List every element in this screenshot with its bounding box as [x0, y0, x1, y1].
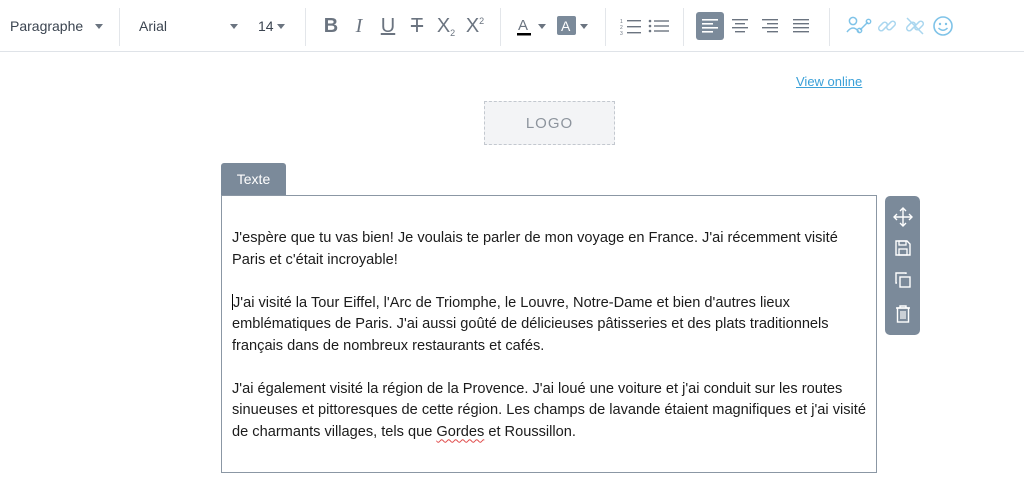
duplicate-block-button[interactable]: [891, 268, 914, 291]
text-block-tab-label: Texte: [236, 171, 271, 187]
spellcheck-word: Gordes: [436, 423, 485, 440]
delete-block-button[interactable]: [891, 302, 914, 325]
logo-placeholder[interactable]: LOGO: [484, 101, 615, 145]
move-block-button[interactable]: [891, 205, 914, 228]
bold-button[interactable]: B: [317, 12, 345, 40]
unlink-button[interactable]: [901, 12, 929, 40]
chevron-down-icon: [276, 23, 285, 29]
italic-icon: I: [355, 14, 363, 37]
font-size-dropdown[interactable]: 14: [258, 0, 285, 52]
strikethrough-button[interactable]: T: [403, 12, 431, 40]
italic-button[interactable]: I: [345, 12, 373, 40]
align-center-button[interactable]: [726, 12, 754, 40]
align-justify-button[interactable]: [787, 12, 815, 40]
block-actions-panel: [885, 196, 920, 335]
subscript-button[interactable]: X2: [432, 12, 460, 40]
trash-icon: [895, 304, 910, 323]
unlink-icon: [905, 17, 925, 35]
bullet-list-button[interactable]: [645, 12, 673, 40]
insert-link-button[interactable]: [845, 12, 873, 40]
superscript-button[interactable]: X2: [461, 12, 489, 40]
toolbar-divider: [119, 8, 120, 46]
svg-text:3: 3: [620, 31, 623, 35]
text-color-button[interactable]: A: [513, 12, 549, 40]
smiley-icon: [933, 16, 953, 36]
toolbar-divider: [500, 8, 501, 46]
highlight-color-button[interactable]: A: [555, 12, 591, 40]
save-block-button[interactable]: [891, 236, 914, 259]
view-online-link[interactable]: View online: [796, 74, 862, 89]
emoji-button[interactable]: [929, 12, 957, 40]
underline-icon: U: [380, 14, 396, 37]
align-left-button[interactable]: [696, 12, 724, 40]
align-left-icon: [702, 19, 718, 33]
paragraph-3: J'ai également visité la région de la Pr…: [232, 380, 866, 440]
align-right-icon: [762, 19, 778, 33]
paragraph-style-value: Paragraphe: [10, 18, 84, 34]
paragraph-style-dropdown[interactable]: Paragraphe: [10, 0, 104, 52]
ordered-list-button[interactable]: 1 2 3: [617, 12, 645, 40]
text-block-tab[interactable]: Texte: [221, 163, 286, 195]
highlight-color-icon: A: [557, 16, 588, 35]
toolbar-divider: [683, 8, 684, 46]
underline-button[interactable]: U: [374, 12, 402, 40]
editor-toolbar: Paragraphe Arial 14 B I U T X2 X2 A A 1 …: [0, 0, 1024, 52]
align-right-button[interactable]: [756, 12, 784, 40]
paragraph-1: J'espère que tu vas bien! Je voulais te …: [232, 230, 838, 268]
duplicate-icon: [894, 271, 911, 288]
move-icon: [892, 206, 913, 227]
person-link-icon: [846, 16, 872, 34]
align-center-icon: [732, 19, 748, 33]
bold-icon: B: [323, 14, 339, 37]
toolbar-divider: [605, 8, 606, 46]
font-family-dropdown[interactable]: Arial: [139, 0, 239, 52]
toolbar-divider: [305, 8, 306, 46]
save-icon: [894, 239, 911, 256]
text-color-icon: A: [517, 17, 546, 36]
paragraph-2: J'ai visité la Tour Eiffel, l'Arc de Tri…: [232, 293, 829, 354]
bullet-list-icon: [648, 19, 669, 33]
chevron-down-icon: [230, 23, 238, 29]
logo-label: LOGO: [525, 114, 574, 132]
font-size-value: 14: [258, 18, 274, 34]
strikethrough-icon: T: [410, 14, 424, 37]
subscript-icon: X2: [436, 14, 456, 38]
align-justify-icon: [793, 19, 809, 33]
svg-text:A: A: [518, 17, 528, 34]
svg-text:A: A: [561, 18, 571, 34]
link-icon: [877, 20, 897, 32]
ordered-list-icon: 1 2 3: [620, 19, 641, 35]
text-block-editor[interactable]: J'espère que tu vas bien! Je voulais te …: [221, 195, 877, 473]
link-button[interactable]: [873, 12, 901, 40]
chevron-down-icon: [95, 23, 104, 29]
superscript-icon: X2: [465, 14, 485, 37]
font-family-value: Arial: [139, 18, 168, 34]
toolbar-divider: [829, 8, 830, 46]
